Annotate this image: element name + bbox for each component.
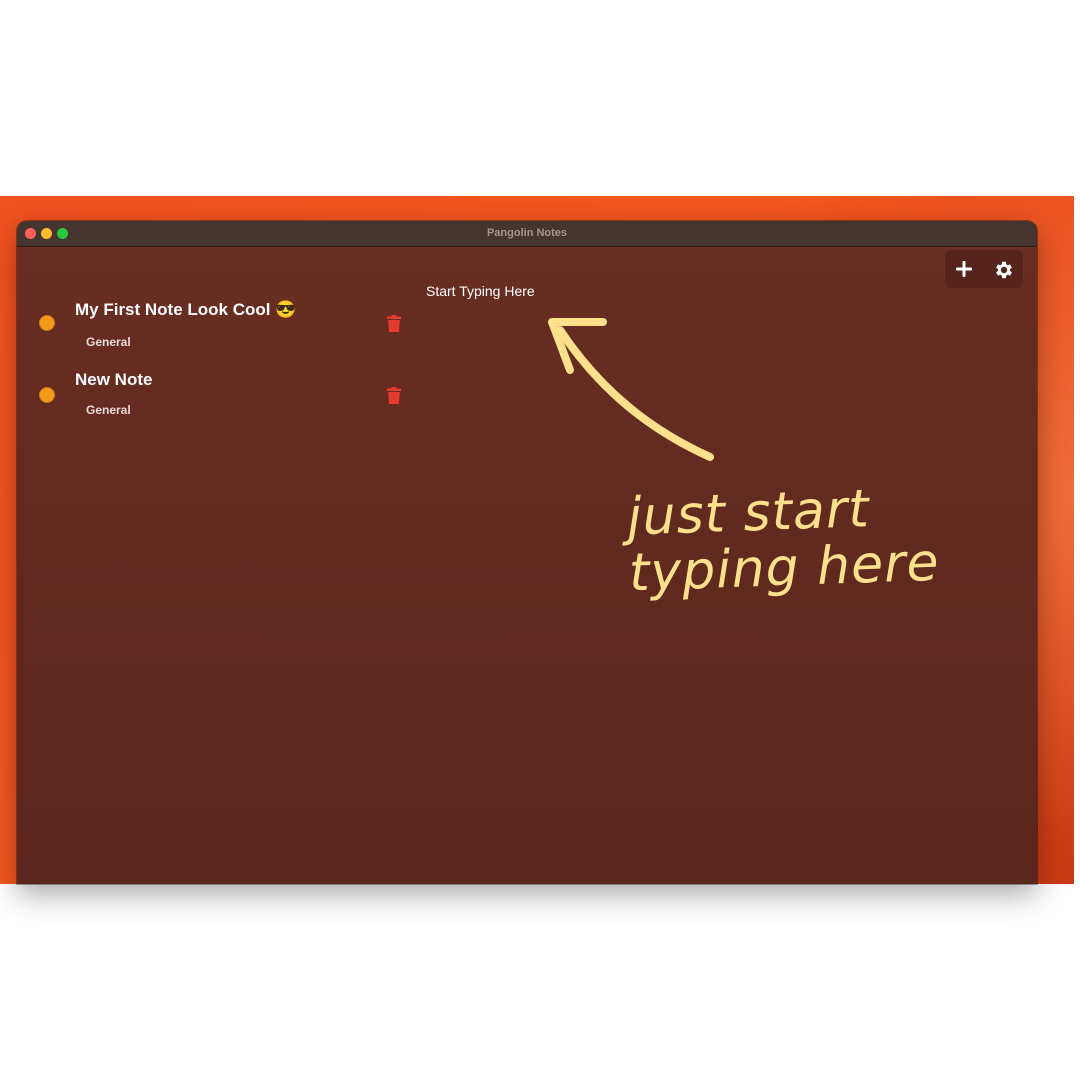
note-list-item[interactable]: New Note General: [17, 367, 417, 427]
plus-icon: [956, 261, 972, 277]
note-title: My First Note Look Cool 😎: [75, 300, 297, 319]
gear-icon: [996, 261, 1012, 279]
trash-icon[interactable]: [387, 315, 401, 332]
title-bar: Pangolin Notes: [17, 221, 1037, 247]
trash-icon[interactable]: [387, 387, 401, 404]
annotation-text: just start typing here: [626, 478, 950, 604]
settings-button[interactable]: [984, 250, 1023, 288]
note-editor[interactable]: Start Typing Here: [426, 283, 926, 313]
toolbar: [945, 250, 1023, 288]
note-category: General: [86, 335, 131, 349]
note-title: New Note: [75, 370, 153, 389]
note-list-item[interactable]: My First Note Look Cool 😎 General: [17, 297, 417, 357]
window-title: Pangolin Notes: [486, 227, 568, 239]
add-note-button[interactable]: [945, 250, 984, 288]
annotation-line-2: typing here: [628, 532, 941, 604]
note-category: General: [86, 403, 131, 417]
note-color-dot: [39, 315, 55, 331]
note-color-dot: [39, 387, 55, 403]
